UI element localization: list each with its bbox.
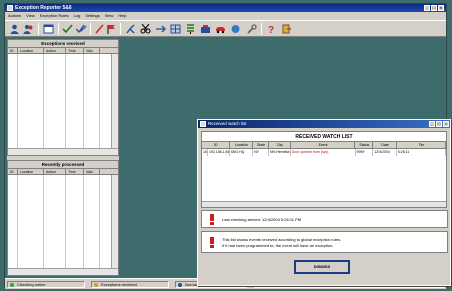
recently-processed-panel: Recently processed ID Location Action Ti… (7, 160, 119, 276)
exceptions-received-panel: Exceptions received ID Location Action T… (7, 39, 119, 156)
pen-icon[interactable] (94, 24, 105, 34)
menu-exception-rules[interactable]: Exception Rules (40, 12, 69, 20)
wl-cell-city: NH-Hemetta (269, 149, 291, 156)
title-bar[interactable]: Exception Reporter 5&6 _ □ × (5, 4, 446, 12)
mode-indicator-icon (178, 283, 182, 287)
dismiss-button[interactable]: DISMISS (294, 260, 350, 274)
menu-settings[interactable]: Settings (85, 12, 99, 20)
maximize-button[interactable]: □ (431, 5, 437, 11)
col-action[interactable]: Action (44, 169, 66, 174)
wl-cell-event: Door opened from (sys) (291, 149, 356, 156)
status-checking: Checking online (7, 281, 85, 288)
online-indicator-icon (10, 283, 14, 287)
wl-cell-date: 12/4/2004 (373, 149, 397, 156)
table-row[interactable]: 16 192.168.1.84 SNO HQ NY NH-Hemetta Doo… (202, 149, 447, 156)
dialog-app-icon (200, 121, 206, 127)
exceptions-hscroll[interactable] (8, 148, 118, 155)
col-time[interactable]: Time (66, 48, 84, 53)
checks-icon[interactable] (76, 24, 87, 34)
dialog-title-bar[interactable]: Received watch list _ □ × (198, 120, 450, 128)
wl-cell-state: NY (253, 149, 269, 156)
wl-cell-location: SNO HQ (230, 149, 254, 156)
grid-icon[interactable] (170, 24, 181, 34)
wl-col-event[interactable]: Event (291, 142, 356, 148)
menu-help[interactable]: Help (118, 12, 126, 20)
alert-icon (209, 237, 214, 248)
check-icon[interactable] (62, 24, 73, 34)
stack-icon[interactable] (185, 24, 196, 34)
watch-list-hscroll[interactable] (202, 201, 446, 207)
col-id[interactable]: ID (8, 169, 18, 174)
recently-processed-title: Recently processed (8, 161, 118, 169)
info-text-line2: If it had been programmed to, the event … (222, 243, 334, 248)
window-icon[interactable] (43, 24, 54, 34)
last-checking-text: Last checking arrived: 12/4/2004 5:26:11… (222, 217, 302, 222)
wl-cell-time: 5:26:11 (397, 149, 447, 156)
wl-col-date[interactable]: Date (373, 142, 397, 148)
wl-col-id[interactable]: ID (202, 142, 230, 148)
toolbar: ? (5, 20, 446, 37)
received-watch-list-dialog: Received watch list _ □ × RECEIVED WATCH… (197, 119, 451, 286)
wl-cell-ip: 192.168.1.84 (208, 149, 230, 156)
wl-col-city[interactable]: City (269, 142, 291, 148)
info-message: This list shows events received accordin… (201, 231, 448, 253)
scissors-icon[interactable] (140, 24, 151, 34)
left-pane: Exceptions received ID Location Action T… (7, 39, 119, 276)
col-location[interactable]: Location (18, 48, 44, 53)
wl-col-state[interactable]: State (253, 142, 269, 148)
col-id[interactable]: ID (8, 48, 18, 53)
branch-icon[interactable] (125, 24, 136, 34)
col-action[interactable]: Action (44, 48, 66, 53)
recent-hscroll[interactable] (8, 268, 118, 275)
col-value[interactable]: Valu (84, 48, 100, 53)
user-icon[interactable] (9, 24, 20, 34)
flag-icon[interactable] (106, 24, 117, 34)
dialog-title: Received watch list (208, 121, 247, 126)
exceptions-list[interactable] (8, 54, 111, 148)
wl-col-location[interactable]: Location (230, 142, 254, 148)
recent-vscroll[interactable] (111, 175, 118, 268)
menu-view-2[interactable]: View (105, 12, 114, 20)
col-value[interactable]: Valu (84, 169, 100, 174)
car-icon[interactable] (215, 24, 226, 34)
minimize-button[interactable]: _ (424, 5, 430, 11)
exceptions-vscroll[interactable] (111, 54, 118, 148)
last-checking-message: Last checking arrived: 12/4/2004 5:26:11… (201, 210, 448, 228)
dialog-window-controls: _ □ × (429, 121, 449, 127)
watch-list-table: ID Location State City Event Status Date… (201, 141, 447, 208)
menu-bar: Actions View Exception Rules Log Setting… (5, 12, 446, 20)
watch-list-header: ID Location State City Event Status Date… (202, 142, 446, 149)
exceptions-received-title: Exceptions received (8, 40, 118, 48)
arrows-icon[interactable] (155, 24, 166, 34)
col-location[interactable]: Location (18, 169, 44, 174)
alert-icon (209, 214, 214, 225)
wrench-icon[interactable] (246, 24, 257, 34)
users-icon[interactable] (23, 24, 34, 34)
help-icon[interactable]: ? (265, 24, 276, 34)
status-exceptions: Exceptions received (91, 281, 169, 288)
globe-icon[interactable] (230, 24, 241, 34)
app-title: Exception Reporter 5&6 (15, 5, 72, 11)
dialog-maximize-button[interactable]: □ (436, 121, 442, 127)
wl-col-time[interactable]: Tim (397, 142, 446, 148)
menu-actions[interactable]: Actions (8, 12, 21, 20)
exit-icon[interactable] (281, 24, 292, 34)
menu-view[interactable]: View (26, 12, 35, 20)
exceptions-indicator-icon (94, 283, 98, 287)
wl-col-status[interactable]: Status (355, 142, 374, 148)
recent-list[interactable] (8, 175, 111, 268)
close-button[interactable]: × (438, 5, 444, 11)
menu-log[interactable]: Log (74, 12, 81, 20)
app-icon (7, 5, 13, 11)
svg-text:?: ? (268, 25, 274, 34)
dialog-close-button[interactable]: × (443, 121, 449, 127)
wl-cell-status: 9999 (356, 149, 374, 156)
dialog-minimize-button[interactable]: _ (429, 121, 435, 127)
watch-list-heading: RECEIVED WATCH LIST (201, 131, 447, 141)
col-time[interactable]: Time (66, 169, 84, 174)
phone-icon[interactable] (200, 24, 211, 34)
info-text-line1: This list shows events received accordin… (222, 237, 341, 242)
app-window: Exception Reporter 5&6 _ □ × Actions Vie… (4, 3, 451, 289)
window-controls: _ □ × (424, 5, 444, 11)
